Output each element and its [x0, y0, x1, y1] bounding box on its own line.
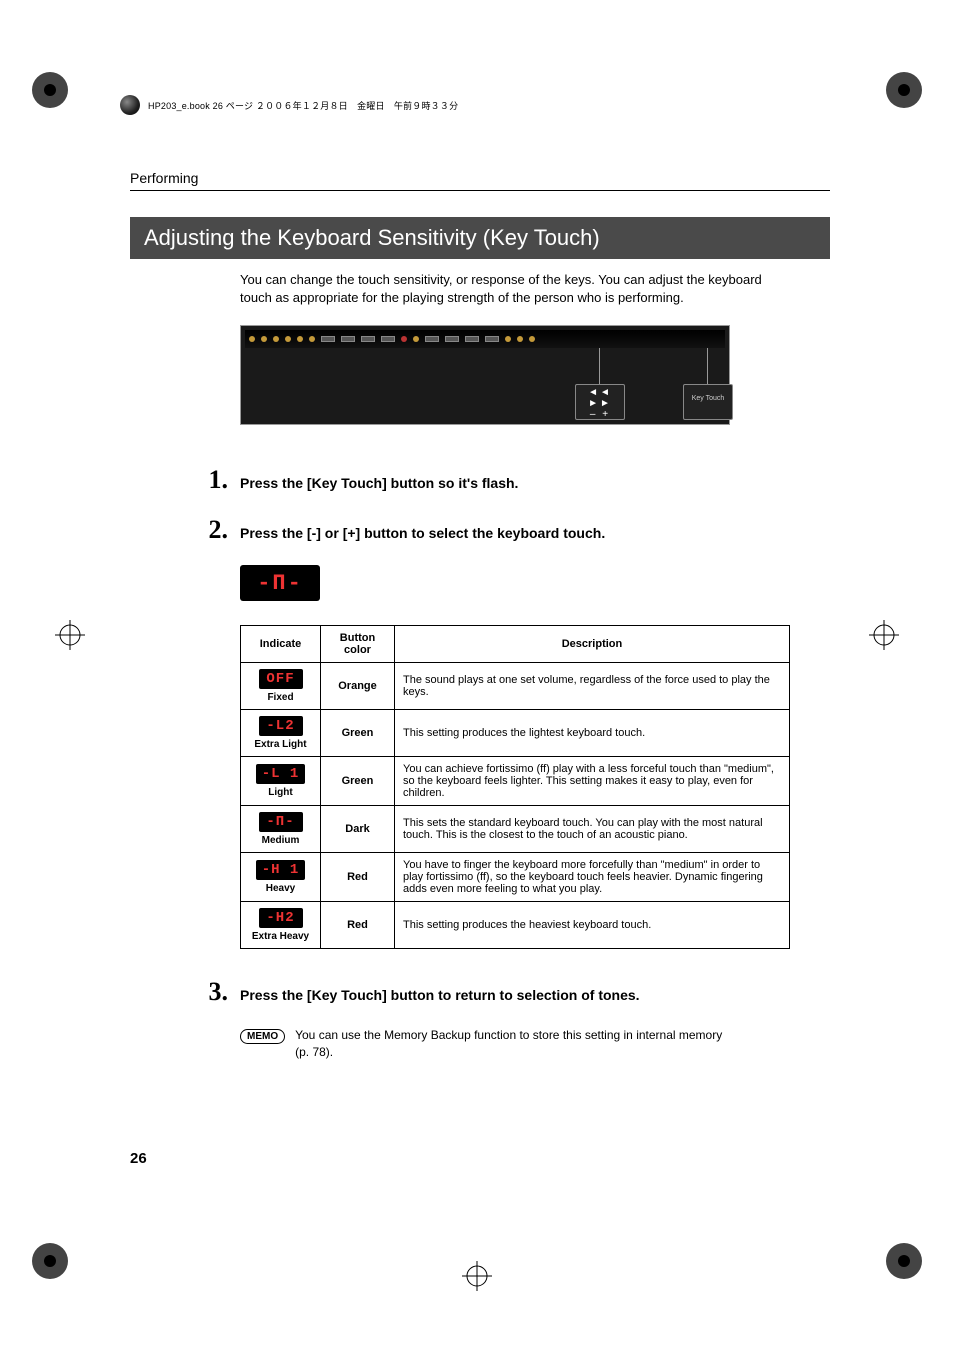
indicator-label: Extra Heavy [245, 931, 316, 942]
segment-display-large: -П- [240, 565, 320, 601]
button-color: Red [321, 902, 395, 949]
step-2-text: Press the [-] or [+] button to select th… [240, 525, 830, 541]
indicator-label: Fixed [245, 692, 316, 703]
button-color: Dark [321, 806, 395, 853]
book-header-text: HP203_e.book 26 ページ ２００６年１２月８日 金曜日 午前９時３… [148, 99, 458, 112]
table-row: -H2 Extra Heavy Red This setting produces… [241, 902, 790, 949]
indicator-label: Medium [245, 835, 316, 846]
memo-text: You can use the Memory Backup function t… [295, 1027, 735, 1061]
description: This setting produces the lightest keybo… [395, 710, 790, 757]
seg-indicator: -L2 [259, 716, 303, 736]
section-label: Performing [130, 170, 830, 186]
description: This setting produces the heaviest keybo… [395, 902, 790, 949]
step-1-number: 1. [130, 465, 240, 495]
registration-mark-right [869, 620, 899, 650]
seg-indicator: -H 1 [256, 860, 306, 880]
description: You can achieve fortissimo (ff) play wit… [395, 757, 790, 806]
indicator-label: Heavy [245, 883, 316, 894]
section-divider [130, 190, 830, 191]
seg-indicator: OFF [259, 669, 303, 689]
button-color: Green [321, 710, 395, 757]
page-number: 26 [130, 1150, 147, 1167]
step-3-text: Press the [Key Touch] button to return t… [240, 987, 830, 1003]
intro-paragraph: You can change the touch sensitivity, or… [240, 271, 790, 307]
step-3-number: 3. [130, 977, 240, 1007]
th-indicate: Indicate [241, 626, 321, 663]
crop-corner-bottom-left [30, 1221, 90, 1281]
control-panel-diagram: ◄◄ ►► – + Key Touch [240, 325, 730, 425]
registration-mark-left [55, 620, 85, 650]
table-row: -L2 Extra Light Green This setting produc… [241, 710, 790, 757]
seg-indicator: -H2 [259, 908, 303, 928]
table-row: -H 1 Heavy Red You have to finger the key… [241, 853, 790, 902]
key-touch-table: Indicate Button color Description OFF Fix… [240, 625, 790, 949]
description: This sets the standard keyboard touch. Y… [395, 806, 790, 853]
page-heading: Adjusting the Keyboard Sensitivity (Key … [130, 217, 830, 259]
crop-corner-top-left [30, 70, 90, 130]
indicator-label: Light [245, 787, 316, 798]
key-touch-callout: Key Touch [683, 384, 733, 420]
description: The sound plays at one set volume, regar… [395, 663, 790, 710]
table-row: OFF Fixed Orange The sound plays at one s… [241, 663, 790, 710]
table-row: -L 1 Light Green You can achieve fortissi… [241, 757, 790, 806]
crop-corner-top-right [864, 70, 924, 130]
button-color: Green [321, 757, 395, 806]
crop-corner-bottom-right [864, 1221, 924, 1281]
plus-minus-callout: ◄◄ ►► – + [575, 384, 625, 420]
step-2-number: 2. [130, 515, 240, 545]
book-icon [120, 95, 140, 115]
registration-mark-bottom [462, 1261, 492, 1291]
memo-badge: MEMO [240, 1029, 285, 1044]
th-button-color: Button color [321, 626, 395, 663]
button-color: Red [321, 853, 395, 902]
description: You have to finger the keyboard more for… [395, 853, 790, 902]
table-row: -П- Medium Dark This sets the standard ke… [241, 806, 790, 853]
seg-indicator: -П- [259, 812, 303, 832]
th-description: Description [395, 626, 790, 663]
indicator-label: Extra Light [245, 739, 316, 750]
button-color: Orange [321, 663, 395, 710]
step-1-text: Press the [Key Touch] button so it's fla… [240, 475, 830, 491]
book-header-line: HP203_e.book 26 ページ ２００６年１２月８日 金曜日 午前９時３… [120, 95, 458, 115]
seg-indicator: -L 1 [256, 764, 306, 784]
